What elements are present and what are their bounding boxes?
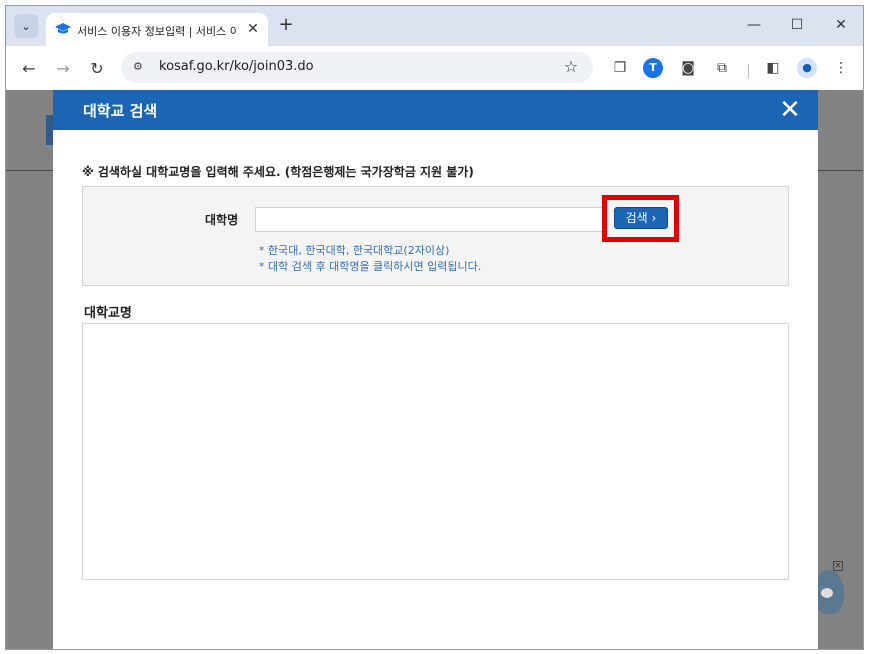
back-arrow-icon[interactable]: ← <box>18 58 40 80</box>
background-divider <box>816 170 863 171</box>
new-tab-button[interactable]: + <box>276 15 296 35</box>
university-search-modal: 대학교 검색 ✕ ※ 검색하실 대학교명을 입력해 주세요. (학점은행제는 국… <box>53 90 818 649</box>
tab-close-icon[interactable]: ✕ <box>244 20 262 38</box>
profile-avatar-icon[interactable]: ● <box>797 58 817 78</box>
browser-tab[interactable]: 서비스 이용자 정보입력 | 서비스 이용 ✕ <box>46 13 268 46</box>
result-list-label: 대학교명 <box>84 306 132 321</box>
search-hint-2: * 대학 검색 후 대학명을 클릭하시면 입력됩니다. <box>259 260 482 273</box>
graduation-cap-icon <box>55 23 71 34</box>
reload-icon[interactable]: ↻ <box>86 58 108 80</box>
page-overlay: ✕ 대학교 검색 ✕ ※ 검색하실 대학교명을 입력해 주세요. (학점은행제는… <box>6 90 863 649</box>
result-list[interactable] <box>82 323 789 580</box>
browser-toolbar: ← → ↻ ⚙ kosaf.go.kr/ko/join03.do ☆ ❐ T ◙… <box>6 46 863 90</box>
window-close-icon[interactable]: ✕ <box>831 15 851 35</box>
background-divider <box>6 170 53 171</box>
toolbar-divider <box>748 64 749 78</box>
site-info-icon[interactable]: ⚙ <box>133 60 149 74</box>
search-panel: 대학명 검색 › * 한국대, 한국대학, 한국대학교(2자이상) * 대학 검… <box>82 186 789 286</box>
search-hint-1: * 한국대, 한국대학, 한국대학교(2자이상) <box>259 244 450 257</box>
star-icon[interactable]: ☆ <box>561 57 581 77</box>
url-text[interactable]: kosaf.go.kr/ko/join03.do <box>159 59 314 74</box>
camera-icon[interactable]: ◙ <box>678 58 698 78</box>
browser-window: ⌄ 서비스 이용자 정보입력 | 서비스 이용 ✕ + — ☐ ✕ ← → ↻ … <box>5 5 864 650</box>
puzzle-extensions-icon[interactable]: ⧉ <box>712 58 732 78</box>
extension-t-icon[interactable]: T <box>643 58 663 78</box>
copy-icon[interactable]: ❐ <box>610 58 630 78</box>
chevron-down-icon: ⌄ <box>21 19 31 33</box>
side-panel-icon[interactable]: ◧ <box>763 58 783 78</box>
tab-title: 서비스 이용자 정보입력 | 서비스 이용 <box>77 25 237 38</box>
forward-arrow-icon[interactable]: → <box>52 58 74 80</box>
modal-title: 대학교 검색 <box>83 102 158 120</box>
mascot-face <box>821 588 833 598</box>
close-icon[interactable]: ✕ <box>775 95 805 125</box>
university-name-label: 대학명 <box>205 213 239 227</box>
tab-search-button[interactable]: ⌄ <box>14 14 38 38</box>
address-bar[interactable]: ⚙ kosaf.go.kr/ko/join03.do ☆ <box>121 52 593 83</box>
university-name-input[interactable] <box>255 207 604 232</box>
search-button[interactable]: 검색 › <box>614 207 668 229</box>
minimize-icon[interactable]: — <box>744 15 764 35</box>
mascot-close-icon[interactable]: ✕ <box>833 561 843 571</box>
menu-kebab-icon[interactable]: ⋮ <box>831 58 851 78</box>
maximize-icon[interactable]: ☐ <box>787 15 807 35</box>
tab-strip: ⌄ 서비스 이용자 정보입력 | 서비스 이용 ✕ + — ☐ ✕ <box>6 6 863 46</box>
modal-header: 대학교 검색 ✕ <box>53 90 818 130</box>
search-notice: ※ 검색하실 대학교명을 입력해 주세요. (학점은행제는 국가장학금 지원 불… <box>82 165 474 179</box>
